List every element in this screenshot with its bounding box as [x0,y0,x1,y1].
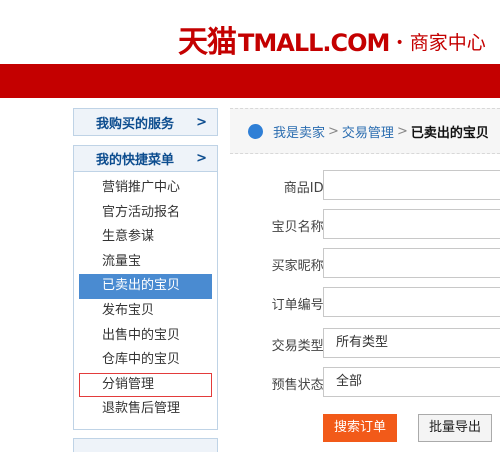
services-title: 我购买的服务 [96,116,175,132]
info-dot-icon [248,123,263,139]
form-row-order-no: 订单编号: [230,287,500,317]
menu-item-refunds[interactable]: 退款售后管理 [79,397,212,422]
form-row-buyer-nick: 买家昵称: [230,248,500,278]
logo-subtitle: 商家中心 [409,32,486,54]
presale-select[interactable]: 全部 [323,367,500,397]
breadcrumb-separator: > [396,123,408,139]
next-panel-peek [73,438,218,452]
form-row-presale: 预售状态: 全部 [230,367,500,397]
shortcut-menu: 营销推广中心 官方活动报名 生意参谋 流量宝 已卖出的宝贝 发布宝贝 出售中的宝… [74,172,217,422]
logo-dot: • [395,35,404,51]
shortcuts-title: 我的快捷菜单 [96,153,175,168]
order-no-input[interactable] [323,287,500,317]
menu-item-business-advisor[interactable]: 生意参谋 [79,225,212,250]
menu-item-marketing-center[interactable]: 营销推广中心 [79,176,212,201]
services-panel: 我购买的服务 > [73,108,218,136]
services-header[interactable]: 我购买的服务 > [74,109,217,135]
breadcrumb-trade[interactable]: 交易管理 [342,122,394,141]
chevron-right-icon[interactable]: > [196,151,207,166]
logo-english: TMALL.COM [238,29,390,57]
breadcrumb-seller[interactable]: 我是卖家 [273,122,325,141]
product-id-label: 商品ID: [283,181,328,196]
breadcrumb-separator: > [328,123,339,139]
batch-export-button[interactable]: 批量导出 [418,414,492,442]
header: 天猫 TMALL.COM • 商家中心 [0,0,500,64]
buyer-nick-input[interactable] [323,248,500,278]
form-row-product-id: 商品ID: [230,170,500,200]
product-id-input[interactable] [323,170,500,200]
menu-item-in-warehouse[interactable]: 仓库中的宝贝 [79,348,212,373]
trade-type-label: 交易类型: [271,339,328,354]
breadcrumb: 我是卖家 > 交易管理 > 已卖出的宝贝 [230,108,500,154]
order-no-label: 订单编号: [271,298,328,313]
next-panel-header[interactable] [74,439,217,452]
form-row-trade-type: 交易类型: 所有类型 [230,328,500,358]
menu-item-sold-items[interactable]: 已卖出的宝贝 [79,274,212,299]
top-nav-bar [0,64,500,98]
product-name-input[interactable] [323,209,500,239]
chevron-right-icon[interactable]: > [196,115,207,130]
buyer-nick-label: 买家昵称: [271,259,328,274]
trade-type-select[interactable]: 所有类型 [323,328,500,358]
search-orders-button[interactable]: 搜索订单 [323,414,397,442]
presale-label: 预售状态: [271,378,328,393]
form-row-product-name: 宝贝名称: [230,209,500,239]
tmall-logo[interactable]: 天猫 TMALL.COM • 商家中心 [178,26,486,60]
breadcrumb-current: 已卖出的宝贝 [410,125,489,141]
shortcuts-header[interactable]: 我的快捷菜单 > [74,146,217,172]
menu-item-official-events[interactable]: 官方活动报名 [79,201,212,226]
menu-item-distribution[interactable]: 分销管理 [79,372,212,398]
menu-item-traffic[interactable]: 流量宝 [79,250,212,275]
product-name-label: 宝贝名称: [271,220,328,235]
menu-item-on-sale[interactable]: 出售中的宝贝 [79,324,212,349]
menu-item-publish-item[interactable]: 发布宝贝 [79,299,212,324]
logo-chinese: 天猫 [178,25,237,60]
shortcuts-panel: 我的快捷菜单 > 营销推广中心 官方活动报名 生意参谋 流量宝 已卖出的宝贝 发… [73,145,218,430]
